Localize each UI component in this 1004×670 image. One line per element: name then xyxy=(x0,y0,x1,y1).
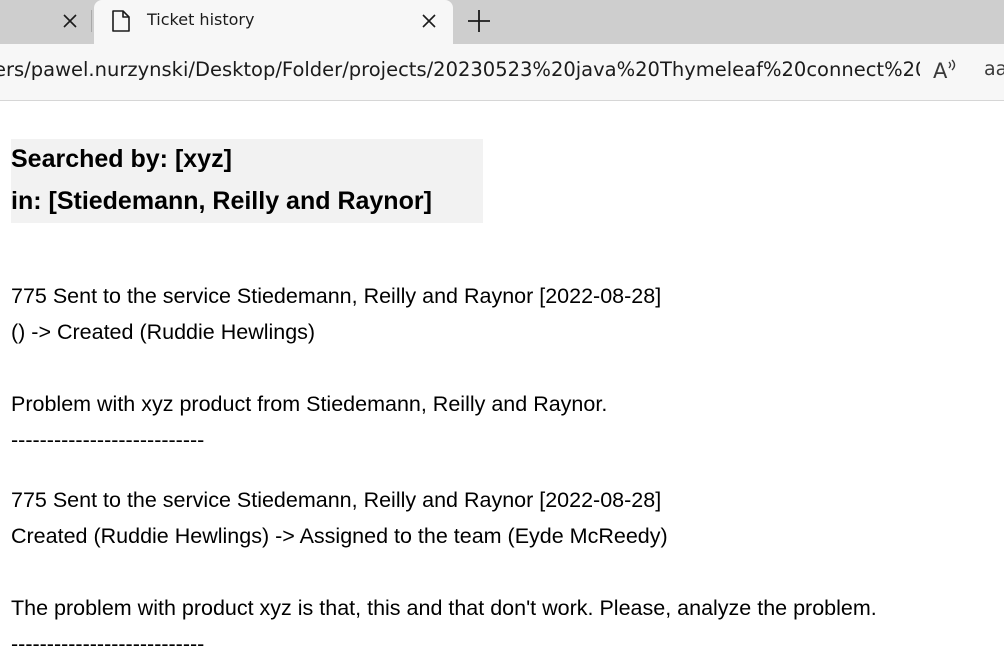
entry-header: 775 Sent to the service Stiedemann, Reil… xyxy=(11,284,662,308)
read-aloud-icon[interactable]: A xyxy=(931,58,959,86)
text-size-icon[interactable]: aa xyxy=(984,58,1004,86)
tab-ticket-history[interactable]: Ticket history xyxy=(94,0,453,44)
entry-transition: Created (Ruddie Hewlings) -> Assigned to… xyxy=(11,524,668,548)
searched-in-heading: in: [Stiedemann, Reilly and Raynor] xyxy=(11,187,432,215)
page-icon xyxy=(110,9,132,33)
close-icon[interactable] xyxy=(60,11,80,31)
entry-separator: --------------------------- xyxy=(11,428,205,452)
tab-title: Ticket history xyxy=(147,10,255,29)
entry-description: Problem with xyz product from Stiedemann… xyxy=(11,392,608,416)
tab-strip: Ticket history xyxy=(0,0,1004,44)
entry-transition: () -> Created (Ruddie Hewlings) xyxy=(11,320,316,344)
searched-by-heading: Searched by: [xyz] xyxy=(11,145,232,173)
close-icon[interactable] xyxy=(419,11,439,31)
entry-description: The problem with product xyz is that, th… xyxy=(11,596,877,620)
tab-previous[interactable] xyxy=(0,0,90,44)
plus-icon[interactable] xyxy=(466,8,492,34)
entry-header: 775 Sent to the service Stiedemann, Reil… xyxy=(11,488,662,512)
tab-divider xyxy=(91,10,92,32)
search-summary: Searched by: [xyz] in: [Stiedemann, Reil… xyxy=(11,139,483,223)
entry-separator: --------------------------- xyxy=(11,632,205,656)
address-bar[interactable]: ers/pawel.nurzynski/Desktop/Folder/proje… xyxy=(0,58,920,88)
